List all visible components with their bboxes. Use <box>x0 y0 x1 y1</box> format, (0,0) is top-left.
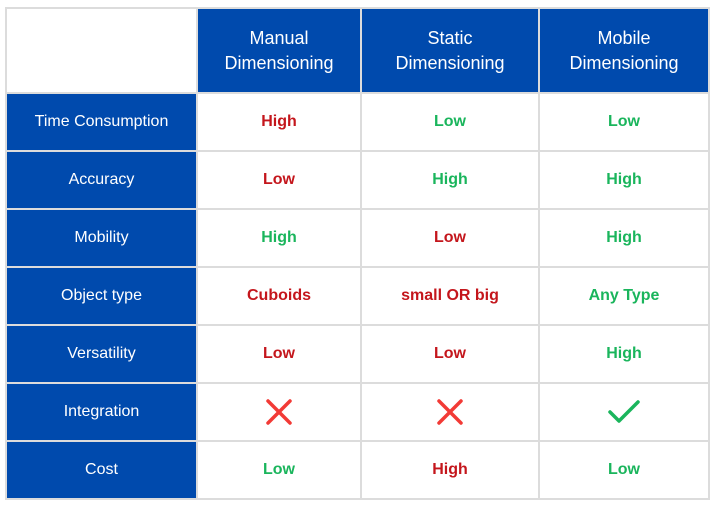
column-header-line: Dimensioning <box>569 52 679 73</box>
value-cell: High <box>196 208 362 268</box>
value-cell: High <box>538 208 710 268</box>
value-cell: High <box>538 324 710 384</box>
column-header-mobile: Mobile Dimensioning <box>538 7 710 94</box>
column-header-static: Static Dimensioning <box>360 7 540 94</box>
row-header: Time Consumption <box>5 92 198 152</box>
row-header: Accuracy <box>5 150 198 210</box>
value-cell <box>360 382 540 442</box>
value-cell: Low <box>360 208 540 268</box>
row-header: Integration <box>5 382 198 442</box>
value-cell: Any Type <box>538 266 710 326</box>
column-header-line: Dimensioning <box>395 52 505 73</box>
row-header: Cost <box>5 440 198 500</box>
value-cell: Low <box>538 92 710 152</box>
table-row: Object type Cuboids small OR big Any Type <box>5 266 710 326</box>
table-row: Integration <box>5 382 710 442</box>
value-cell: Low <box>538 440 710 500</box>
row-header: Versatility <box>5 324 198 384</box>
table-row: Time Consumption High Low Low <box>5 92 710 152</box>
column-header-line: Dimensioning <box>224 52 334 73</box>
table-body: Time Consumption High Low Low Accuracy Low Hig… <box>5 92 710 500</box>
column-header-line: Manual <box>249 27 309 48</box>
table-row: Cost Low High Low <box>5 440 710 500</box>
row-header: Mobility <box>5 208 198 268</box>
value-cell: High <box>538 150 710 210</box>
value-cell: High <box>360 440 540 500</box>
table-row: Accuracy Low High High <box>5 150 710 210</box>
comparison-table: Manual Dimensioning Static Dimensioning … <box>5 7 710 500</box>
value-cell: Cuboids <box>196 266 362 326</box>
corner-cell <box>5 7 198 94</box>
column-header-line: Static <box>427 27 473 48</box>
table-row: Mobility High Low High <box>5 208 710 268</box>
cross-icon <box>362 397 538 427</box>
value-cell <box>196 382 362 442</box>
value-cell <box>538 382 710 442</box>
column-header-manual: Manual Dimensioning <box>196 7 362 94</box>
value-cell: High <box>360 150 540 210</box>
value-cell: Low <box>196 150 362 210</box>
value-cell: Low <box>360 324 540 384</box>
value-cell: Low <box>196 324 362 384</box>
row-header: Object type <box>5 266 198 326</box>
value-cell: Low <box>360 92 540 152</box>
check-icon <box>540 398 708 426</box>
value-cell: Low <box>196 440 362 500</box>
table-row: Versatility Low Low High <box>5 324 710 384</box>
header-row: Manual Dimensioning Static Dimensioning … <box>5 7 710 94</box>
value-cell: High <box>196 92 362 152</box>
value-cell: small OR big <box>360 266 540 326</box>
cross-icon <box>198 397 360 427</box>
column-header-line: Mobile <box>597 27 651 48</box>
